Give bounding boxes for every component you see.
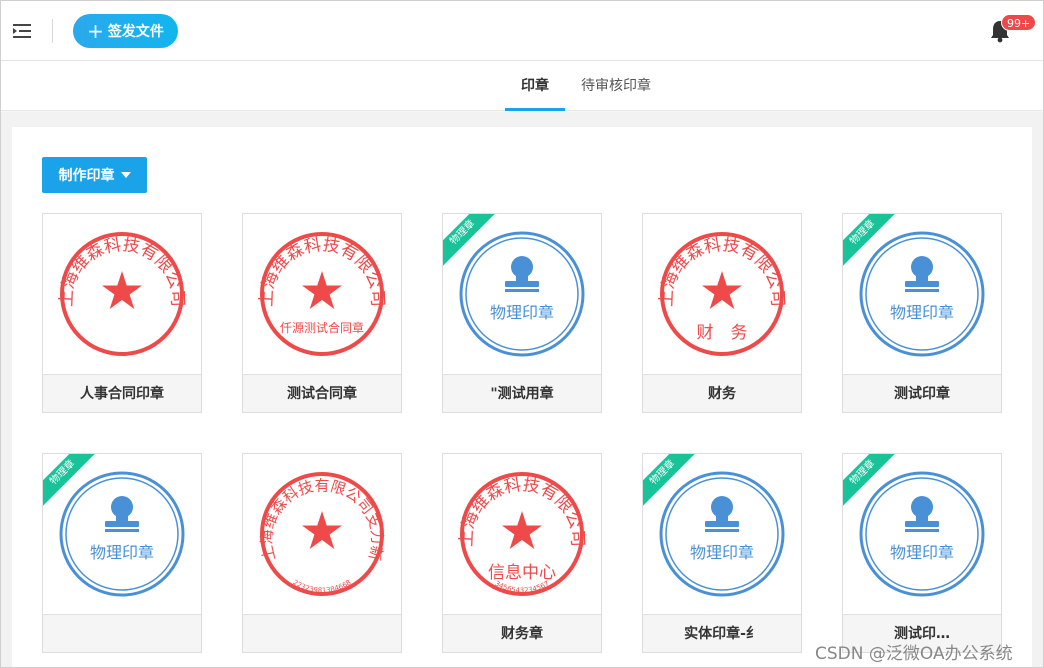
star-icon <box>302 271 342 309</box>
seal-caption: 财务 <box>643 374 801 412</box>
star-icon <box>502 511 542 549</box>
seal-card[interactable]: 上海维森科技有限公司 仟源测试合同章测试合同章 <box>242 213 402 413</box>
seal-card[interactable]: 上海维森科技有限公司财 务财务 <box>642 213 802 413</box>
make-seal-label: 制作印章 <box>58 168 115 184</box>
ribbon-label: 物理章 <box>43 454 100 510</box>
seal-center-text: 财 务 <box>697 323 748 343</box>
physical-seal-ribbon: 物理章 <box>43 454 103 514</box>
plus-icon: + <box>87 19 104 43</box>
ribbon-label: 物理章 <box>843 214 900 270</box>
seal-caption: 测试合同章 <box>243 374 401 412</box>
star-icon <box>302 511 342 549</box>
physical-seal-ribbon: 物理章 <box>843 214 903 274</box>
make-seal-button[interactable]: 制作印章 <box>42 157 147 193</box>
physical-seal-ribbon: 物理章 <box>643 454 703 514</box>
notification-badge: 99+ <box>1001 14 1037 31</box>
seal-caption: 实体印章-纟 <box>643 614 801 652</box>
menu-toggle-icon[interactable] <box>11 20 33 42</box>
tab-bar: 印章 待审核印章 <box>1 61 1043 111</box>
seal-card[interactable]: 物理印章 物理章实体印章-纟 <box>642 453 802 653</box>
seal-center-text: 仟源测试合同章 <box>280 320 364 335</box>
seal-card[interactable]: 物理印章 物理章 "测试用章 <box>442 213 602 413</box>
seal-caption: "测试用章 <box>443 374 601 412</box>
seal-caption: 人事合同印章 <box>43 374 201 412</box>
physical-seal-text: 物理印章 <box>490 303 554 322</box>
company-seal-image: 上海维森科技有限公司支力新22323981384668 <box>258 472 386 596</box>
seal-caption <box>243 614 401 652</box>
physical-seal-text: 物理印章 <box>90 543 154 562</box>
seal-card[interactable]: 物理印章 物理章 <box>42 453 202 653</box>
seal-caption: 测试印章 <box>843 374 1001 412</box>
tab-pending-review[interactable]: 待审核印章 <box>573 61 659 111</box>
caret-down-icon <box>120 172 131 178</box>
issue-document-label: 签发文件 <box>107 24 164 40</box>
physical-seal-text: 物理印章 <box>890 543 954 562</box>
star-icon <box>102 271 142 309</box>
company-seal-image: 上海维森科技有限公司仟源测试合同章 <box>257 232 387 356</box>
seal-caption: 财务章 <box>443 614 601 652</box>
seal-card[interactable]: 物理印章 物理章测试印章 <box>842 213 1002 413</box>
watermark: CSDN @泛微OA办公系统 <box>815 644 1013 664</box>
company-seal-image: 上海维森科技有限公司财 务 <box>657 232 787 356</box>
seal-card[interactable]: 上海维森科技有限公司人事合同印章 <box>42 213 202 413</box>
tab-seals[interactable]: 印章 <box>505 61 565 111</box>
ribbon-label: 物理章 <box>843 454 900 510</box>
stamp-icon <box>905 256 939 292</box>
company-seal-image: 上海维森科技有限公司信息中心3456543234567 <box>457 472 587 596</box>
top-bar: + 签发文件 99+ <box>1 1 1043 61</box>
stamp-icon <box>105 496 139 532</box>
seal-code-text: 22323981384668 <box>291 578 352 594</box>
seal-card[interactable]: 上海维森科技有限公司支力新 22323981384668 <box>242 453 402 653</box>
stamp-icon <box>505 256 539 292</box>
stamp-icon <box>705 496 739 532</box>
company-seal-image: 上海维森科技有限公司 <box>57 232 187 356</box>
seal-caption <box>43 614 201 652</box>
physical-seal-ribbon: 物理章 <box>443 214 503 274</box>
seal-card[interactable]: 上海维森科技有限公司 信息中心 3456543234567 财务章 <box>442 453 602 653</box>
stamp-icon <box>905 496 939 532</box>
ribbon-label: 物理章 <box>443 214 500 270</box>
app-window: + 签发文件 99+ 印章 待审核印章 制作印章 上海维森科技有限公司人事合同印… <box>0 0 1044 668</box>
issue-document-button[interactable]: + 签发文件 <box>73 14 178 48</box>
star-icon <box>702 271 742 309</box>
physical-seal-ribbon: 物理章 <box>843 454 903 514</box>
ribbon-label: 物理章 <box>643 454 700 510</box>
physical-seal-text: 物理印章 <box>690 543 754 562</box>
physical-seal-text: 物理印章 <box>890 303 954 322</box>
header-divider <box>52 19 53 43</box>
seal-card[interactable]: 物理印章 物理章 测试印… <box>842 453 1002 653</box>
